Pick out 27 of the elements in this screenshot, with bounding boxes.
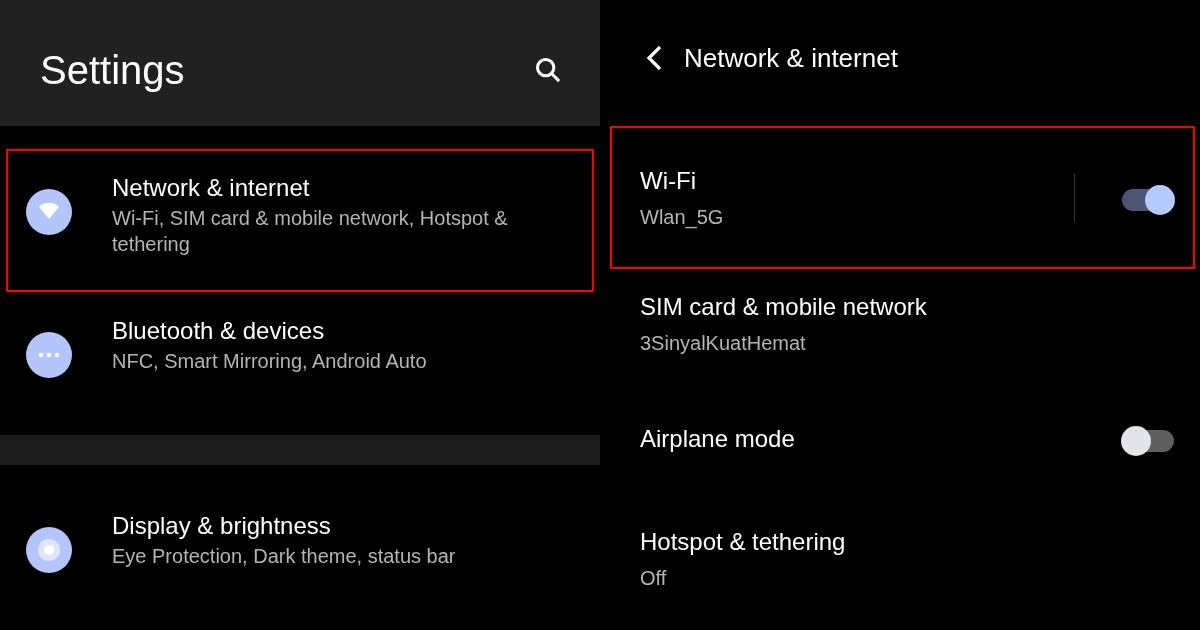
settings-item[interactable]: Airplane mode <box>610 379 1195 499</box>
search-icon[interactable] <box>534 56 562 84</box>
item-subtitle: Wi-Fi, SIM card & mobile network, Hotspot & tethering <box>112 206 509 257</box>
brightness-icon <box>26 527 72 573</box>
item-title: Bluetooth & devices <box>112 316 326 346</box>
item-title: Hotspot & tethering <box>640 527 847 557</box>
more-icon <box>26 332 72 378</box>
settings-item[interactable]: Display & brightness Eye Protection, Dark theme, status bar <box>6 487 594 630</box>
settings-item[interactable]: SIM card & mobile network 3SinyalKuatHemat <box>610 269 1195 379</box>
item-title: SIM card & mobile network <box>640 292 928 322</box>
item-title: Wi-Fi <box>640 165 697 196</box>
wifi-icon <box>26 189 72 235</box>
screen-title: Network & internet <box>684 41 898 75</box>
item-title: Network & internet <box>112 173 311 203</box>
item-subtitle: 3SinyalKuatHemat <box>640 331 807 356</box>
toggle-switch[interactable] <box>1121 424 1175 454</box>
item-subtitle: Off <box>640 566 668 591</box>
item-subtitle: Eye Protection, Dark theme, status bar <box>112 544 456 569</box>
screen-title: Settings <box>40 47 185 94</box>
item-subtitle: Wlan_5G <box>640 204 725 230</box>
item-title: Display & brightness <box>112 511 332 541</box>
item-title: Airplane mode <box>640 424 796 454</box>
item-subtitle: NFC, Smart Mirroring, Android Auto <box>112 349 427 374</box>
settings-item[interactable]: Bluetooth & devices NFC, Smart Mirroring, Android Auto <box>6 292 594 435</box>
settings-item[interactable]: Network & internet Wi-Fi, SIM card & mobile network, Hotspot & tethering <box>6 149 594 292</box>
settings-item[interactable]: Hotspot & tethering Off <box>610 499 1195 619</box>
settings-item[interactable]: Wi-Fi Wlan_5G <box>610 126 1195 269</box>
